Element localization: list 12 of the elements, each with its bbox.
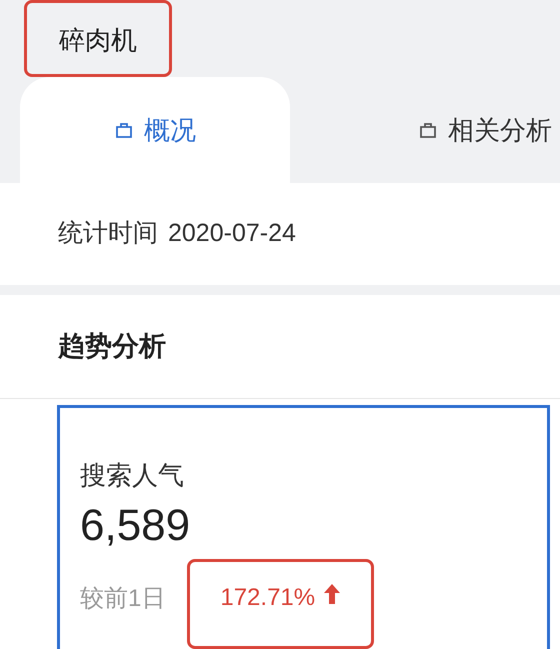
stat-time-value: 2020-07-24 (168, 218, 296, 250)
tab[interactable]: 相关分析 (290, 77, 560, 183)
tab[interactable]: 概况 (20, 77, 290, 183)
stat-time-label: 统计时间 (58, 218, 158, 250)
metric-label: 搜索人气 (80, 459, 185, 492)
bag-icon (418, 120, 438, 140)
metric-value: 6,589 (80, 500, 192, 552)
page-title: 碎肉机 (59, 25, 137, 55)
section-title: 趋势分析 (58, 330, 166, 364)
change-value: 172.71% (220, 583, 316, 613)
bag-icon (114, 120, 134, 140)
compare-label: 较前1日 (80, 584, 166, 614)
